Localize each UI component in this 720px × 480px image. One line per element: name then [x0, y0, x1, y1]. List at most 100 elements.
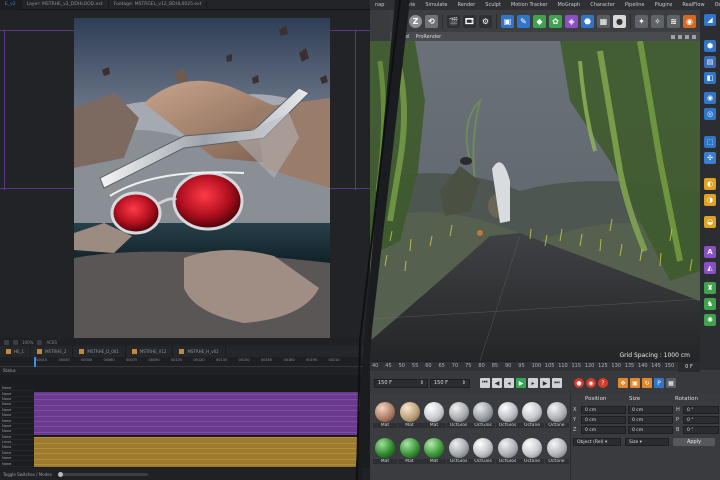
position-field[interactable]: 0 cm: [581, 416, 626, 424]
timeline-ruler[interactable]: 00015 00030 00045 00060 00075 00090 00105 00120…: [0, 357, 370, 367]
key-scale-icon[interactable]: ▣: [630, 378, 640, 388]
keyframe-selection-icon[interactable]: ?: [598, 378, 608, 388]
coordinate-mode-select[interactable]: Object (Rel) ▾: [573, 438, 621, 446]
menu-item[interactable]: Plugins: [649, 2, 677, 8]
prev-frame-icon[interactable]: ◂: [504, 378, 514, 388]
environment-icon[interactable]: ⬣: [581, 14, 594, 28]
axis-z-button[interactable]: Z: [409, 14, 422, 28]
color-space[interactable]: ACES: [46, 340, 57, 345]
tool-icon[interactable]: ♜: [704, 282, 716, 294]
menu-item[interactable]: Character: [585, 2, 620, 8]
autokey-icon[interactable]: ◉: [586, 378, 596, 388]
realflow-icon[interactable]: ≋: [667, 14, 680, 28]
toggle-modes-label[interactable]: Toggle Switches / Modes: [3, 472, 52, 477]
deformer-icon[interactable]: ◈: [565, 14, 578, 28]
timeline-tab[interactable]: MSTRHE_D_001: [73, 346, 126, 357]
material-swatch[interactable]: OctGlos: [495, 402, 520, 428]
viewer-tab[interactable]: Footage: MSTRGEL_v12_BDHL0025.ext: [109, 0, 208, 10]
tool-icon[interactable]: ▤: [704, 56, 716, 68]
tool-icon[interactable]: ◉: [704, 92, 716, 104]
rotation-field[interactable]: 0 °: [683, 406, 719, 414]
material-swatch[interactable]: Mat: [422, 438, 446, 464]
character-icon[interactable]: ✦: [635, 14, 648, 28]
position-field[interactable]: 0 cm: [581, 406, 626, 414]
render-picture-viewer-icon[interactable]: 🎞: [463, 14, 476, 28]
array-generator-icon[interactable]: ✿: [549, 14, 562, 28]
menu-item[interactable]: Render: [452, 2, 480, 8]
light-icon[interactable]: ●: [613, 14, 626, 28]
play-icon[interactable]: ▶: [516, 378, 526, 388]
cube-object-icon[interactable]: ▣: [501, 14, 514, 28]
channel-icon[interactable]: [37, 339, 43, 345]
material-swatch[interactable]: Mat: [422, 402, 446, 428]
tool-icon[interactable]: ✣: [704, 152, 716, 164]
viewer-tab[interactable]: E_v2: [0, 0, 22, 10]
prev-key-icon[interactable]: ◀: [492, 378, 502, 388]
grid-icon[interactable]: [13, 339, 18, 345]
material-swatch[interactable]: OctGlos: [471, 438, 495, 464]
timeline-tab[interactable]: HE_1: [0, 346, 32, 357]
camera-icon[interactable]: [4, 339, 9, 345]
composition-viewer[interactable]: [0, 10, 395, 343]
material-swatch[interactable]: Mat: [397, 402, 422, 428]
move-view-icon[interactable]: [671, 34, 675, 39]
tool-icon[interactable]: ⬢: [704, 40, 716, 52]
tool-icon[interactable]: ◢: [704, 14, 716, 26]
maximize-view-icon[interactable]: [692, 34, 696, 39]
menu-item[interactable]: RealFlow: [677, 2, 709, 8]
tool-icon[interactable]: ◎: [704, 108, 716, 120]
prorender-menu[interactable]: ProRender: [416, 34, 442, 40]
current-frame-field[interactable]: 0 F: [678, 362, 700, 372]
tool-icon[interactable]: ◐: [704, 178, 716, 190]
record-key-icon[interactable]: ●: [574, 378, 584, 388]
size-field[interactable]: 0 cm: [628, 406, 673, 414]
zoom-view-icon[interactable]: [678, 34, 682, 39]
menu-item[interactable]: Animate: [389, 2, 420, 8]
menu-item[interactable]: Motion Tracker: [506, 2, 553, 8]
size-field[interactable]: 0 cm: [628, 416, 673, 424]
animation-timeline-ruler[interactable]: 0 F 40 45 50 55 60 65 70 75 80 85 90 95 100 105 110 115…: [370, 361, 700, 372]
material-swatch[interactable]: Octane: [544, 438, 569, 464]
size-mode-select[interactable]: Size ▾: [625, 438, 669, 446]
subdivision-icon[interactable]: ◆: [533, 14, 546, 28]
next-key-icon[interactable]: ▶: [540, 378, 550, 388]
tool-icon[interactable]: ♞: [704, 298, 716, 310]
stepper-icon[interactable]: ⇕: [462, 380, 466, 386]
zoom-slider-knob[interactable]: [57, 471, 63, 477]
timeline-tab[interactable]: MSTRHE_2: [31, 346, 74, 357]
material-swatch[interactable]: OctGlos: [471, 402, 495, 428]
material-swatch[interactable]: Mat: [373, 402, 397, 428]
material-swatch[interactable]: Mat: [373, 438, 397, 464]
layer-bar-gold[interactable]: [34, 437, 360, 467]
viewer-tab[interactable]: Layer: MSTRHE_v2_DDHLOOD.ext: [22, 0, 109, 10]
material-swatch[interactable]: OctGlos: [446, 438, 471, 464]
camera-object-icon[interactable]: ▦: [597, 14, 610, 28]
stepper-icon[interactable]: ⇕: [420, 380, 424, 386]
size-field[interactable]: 0 cm: [628, 426, 673, 434]
material-swatch[interactable]: Octane: [520, 402, 544, 428]
material-swatch[interactable]: Octane: [520, 438, 544, 464]
tool-icon[interactable]: ◭: [704, 262, 716, 274]
material-swatch[interactable]: OctGlos: [495, 438, 520, 464]
octane-icon[interactable]: ◉: [683, 14, 696, 28]
render-view-icon[interactable]: 🎬: [447, 14, 460, 28]
key-pla-icon[interactable]: ▦: [666, 378, 676, 388]
tool-icon[interactable]: ◧: [704, 72, 716, 84]
tool-icon[interactable]: ◒: [704, 216, 716, 228]
next-frame-icon[interactable]: ▸: [528, 378, 538, 388]
key-rotation-icon[interactable]: ↻: [642, 378, 652, 388]
coordinate-system-icon[interactable]: ⟲: [425, 14, 438, 28]
material-swatch[interactable]: OctGlos: [446, 402, 471, 428]
menu-item[interactable]: Octa: [710, 2, 720, 8]
start-frame-field[interactable]: 150 F ⇕: [374, 378, 428, 388]
key-param-icon[interactable]: P: [654, 378, 664, 388]
3d-viewport[interactable]: Grid Spacing : 1000 cm: [370, 41, 700, 361]
hair-icon[interactable]: ✧: [651, 14, 664, 28]
apply-button[interactable]: Apply: [673, 438, 715, 446]
zoom-level[interactable]: 100%: [22, 340, 33, 345]
menu-item[interactable]: MoGraph: [552, 2, 585, 8]
tool-icon[interactable]: ◑: [704, 194, 716, 206]
material-swatch[interactable]: Octane: [544, 402, 569, 428]
key-position-icon[interactable]: ✥: [618, 378, 628, 388]
timeline-tab[interactable]: MSTRHE_V12: [126, 346, 174, 357]
